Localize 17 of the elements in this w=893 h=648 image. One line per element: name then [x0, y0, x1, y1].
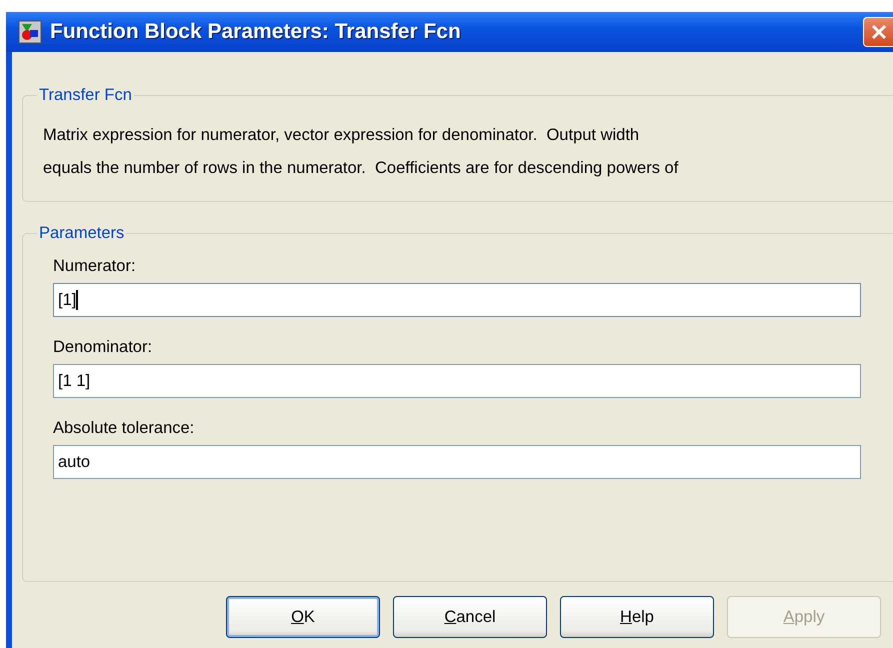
field-label: Numerator: [53, 257, 136, 277]
text-cursor [76, 290, 78, 310]
group-title: Parameters [38, 224, 126, 243]
app-icon [18, 20, 42, 44]
input-field[interactable]: [1] [53, 283, 861, 317]
close-button[interactable] [863, 17, 893, 47]
dialog-button[interactable]: OK [226, 596, 380, 638]
close-icon [870, 23, 888, 41]
description-text: Matrix expression for numerator, vector expression for denominator. Output width equals the number of rows in the numerator. Coefficients are for descending powers of [43, 125, 680, 179]
input-field[interactable]: [1 1] [53, 364, 861, 398]
dialog-button[interactable]: Cancel [393, 596, 547, 638]
field-label: Denominator: [53, 338, 152, 358]
input-field[interactable]: auto [53, 445, 861, 479]
group-title: Transfer Fcn [38, 86, 133, 105]
window-title: Function Block Parameters: Transfer Fcn [50, 20, 461, 44]
dialog-button[interactable]: Help [560, 596, 714, 638]
field-label: Absolute tolerance: [53, 419, 194, 439]
